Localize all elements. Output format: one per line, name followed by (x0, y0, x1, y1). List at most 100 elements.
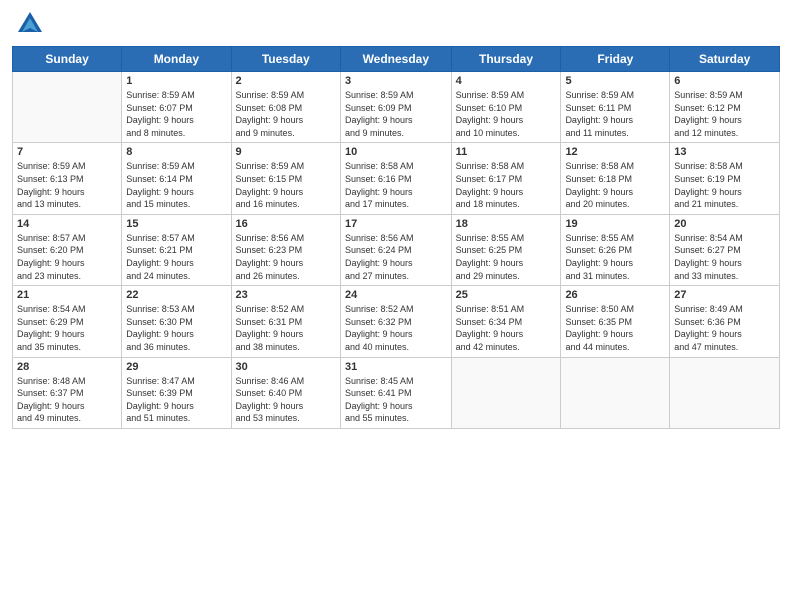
day-number: 1 (126, 75, 226, 87)
calendar-week-3: 14 Sunrise: 8:57 AMSunset: 6:20 PMDayligh… (13, 214, 780, 285)
weekday-header-sunday: Sunday (13, 47, 122, 72)
calendar-day-cell: 27 Sunrise: 8:49 AMSunset: 6:36 PMDayligh… (670, 286, 780, 357)
calendar-week-2: 7 Sunrise: 8:59 AMSunset: 6:13 PMDaylight… (13, 143, 780, 214)
day-info: Sunrise: 8:59 AMSunset: 6:13 PMDaylight:… (17, 160, 117, 210)
calendar-day-cell (13, 72, 122, 143)
day-info: Sunrise: 8:50 AMSunset: 6:35 PMDaylight:… (565, 303, 665, 353)
day-info: Sunrise: 8:57 AMSunset: 6:21 PMDaylight:… (126, 232, 226, 282)
day-number: 11 (456, 146, 557, 158)
day-info: Sunrise: 8:53 AMSunset: 6:30 PMDaylight:… (126, 303, 226, 353)
weekday-header-friday: Friday (561, 47, 670, 72)
day-info: Sunrise: 8:55 AMSunset: 6:26 PMDaylight:… (565, 232, 665, 282)
day-info: Sunrise: 8:59 AMSunset: 6:10 PMDaylight:… (456, 89, 557, 139)
day-number: 18 (456, 218, 557, 230)
logo (12, 10, 44, 38)
calendar-week-4: 21Sunrise: 8:54 AMSunset: 6:29 PMDayligh… (13, 286, 780, 357)
calendar-day-cell: 7 Sunrise: 8:59 AMSunset: 6:13 PMDaylight… (13, 143, 122, 214)
header (12, 10, 780, 38)
day-info: Sunrise: 8:59 AMSunset: 6:09 PMDaylight:… (345, 89, 447, 139)
day-info: Sunrise: 8:45 AMSunset: 6:41 PMDaylight:… (345, 375, 447, 425)
calendar-day-cell: 22 Sunrise: 8:53 AMSunset: 6:30 PMDayligh… (122, 286, 231, 357)
day-number: 24 (345, 289, 447, 301)
day-number: 17 (345, 218, 447, 230)
calendar-week-1: 1 Sunrise: 8:59 AMSunset: 6:07 PMDaylight… (13, 72, 780, 143)
calendar-day-cell: 13Sunrise: 8:58 AMSunset: 6:19 PMDayligh… (670, 143, 780, 214)
day-number: 28 (17, 361, 117, 373)
day-number: 12 (565, 146, 665, 158)
day-number: 4 (456, 75, 557, 87)
calendar-table: SundayMondayTuesdayWednesdayThursdayFrid… (12, 46, 780, 429)
day-number: 9 (236, 146, 336, 158)
day-info: Sunrise: 8:59 AMSunset: 6:07 PMDaylight:… (126, 89, 226, 139)
weekday-header-saturday: Saturday (670, 47, 780, 72)
day-info: Sunrise: 8:46 AMSunset: 6:40 PMDaylight:… (236, 375, 336, 425)
day-info: Sunrise: 8:49 AMSunset: 6:36 PMDaylight:… (674, 303, 775, 353)
weekday-header-row: SundayMondayTuesdayWednesdayThursdayFrid… (13, 47, 780, 72)
weekday-header-thursday: Thursday (451, 47, 561, 72)
day-number: 16 (236, 218, 336, 230)
calendar-day-cell: 6 Sunrise: 8:59 AMSunset: 6:12 PMDaylight… (670, 72, 780, 143)
calendar-day-cell: 12Sunrise: 8:58 AMSunset: 6:18 PMDayligh… (561, 143, 670, 214)
page-container: SundayMondayTuesdayWednesdayThursdayFrid… (0, 0, 792, 612)
calendar-day-cell: 29 Sunrise: 8:47 AMSunset: 6:39 PMDayligh… (122, 357, 231, 428)
day-number: 29 (126, 361, 226, 373)
day-number: 25 (456, 289, 557, 301)
day-number: 26 (565, 289, 665, 301)
day-number: 10 (345, 146, 447, 158)
day-info: Sunrise: 8:58 AMSunset: 6:17 PMDaylight:… (456, 160, 557, 210)
calendar-day-cell: 2Sunrise: 8:59 AMSunset: 6:08 PMDaylight… (231, 72, 340, 143)
day-number: 6 (674, 75, 775, 87)
calendar-day-cell: 18 Sunrise: 8:55 AMSunset: 6:25 PMDayligh… (451, 214, 561, 285)
day-number: 20 (674, 218, 775, 230)
calendar-day-cell: 15 Sunrise: 8:57 AMSunset: 6:21 PMDayligh… (122, 214, 231, 285)
calendar-day-cell: 25Sunrise: 8:51 AMSunset: 6:34 PMDayligh… (451, 286, 561, 357)
weekday-header-monday: Monday (122, 47, 231, 72)
day-number: 31 (345, 361, 447, 373)
calendar-day-cell: 19 Sunrise: 8:55 AMSunset: 6:26 PMDayligh… (561, 214, 670, 285)
day-number: 23 (236, 289, 336, 301)
calendar-day-cell: 1 Sunrise: 8:59 AMSunset: 6:07 PMDaylight… (122, 72, 231, 143)
day-number: 14 (17, 218, 117, 230)
day-info: Sunrise: 8:58 AMSunset: 6:19 PMDaylight:… (674, 160, 775, 210)
calendar-day-cell: 11 Sunrise: 8:58 AMSunset: 6:17 PMDayligh… (451, 143, 561, 214)
calendar-day-cell (561, 357, 670, 428)
day-info: Sunrise: 8:55 AMSunset: 6:25 PMDaylight:… (456, 232, 557, 282)
calendar-day-cell: 26 Sunrise: 8:50 AMSunset: 6:35 PMDayligh… (561, 286, 670, 357)
day-info: Sunrise: 8:52 AMSunset: 6:31 PMDaylight:… (236, 303, 336, 353)
day-info: Sunrise: 8:54 AMSunset: 6:27 PMDaylight:… (674, 232, 775, 282)
day-number: 19 (565, 218, 665, 230)
calendar-day-cell: 5Sunrise: 8:59 AMSunset: 6:11 PMDaylight… (561, 72, 670, 143)
day-info: Sunrise: 8:59 AMSunset: 6:14 PMDaylight:… (126, 160, 226, 210)
day-number: 7 (17, 146, 117, 158)
calendar-day-cell: 4 Sunrise: 8:59 AMSunset: 6:10 PMDaylight… (451, 72, 561, 143)
day-info: Sunrise: 8:56 AMSunset: 6:23 PMDaylight:… (236, 232, 336, 282)
calendar-day-cell: 21Sunrise: 8:54 AMSunset: 6:29 PMDayligh… (13, 286, 122, 357)
calendar-day-cell: 16 Sunrise: 8:56 AMSunset: 6:23 PMDayligh… (231, 214, 340, 285)
day-info: Sunrise: 8:59 AMSunset: 6:08 PMDaylight:… (236, 89, 336, 139)
day-info: Sunrise: 8:47 AMSunset: 6:39 PMDaylight:… (126, 375, 226, 425)
day-info: Sunrise: 8:59 AMSunset: 6:15 PMDaylight:… (236, 160, 336, 210)
calendar-day-cell (670, 357, 780, 428)
calendar-day-cell: 30Sunrise: 8:46 AMSunset: 6:40 PMDayligh… (231, 357, 340, 428)
day-number: 21 (17, 289, 117, 301)
calendar-day-cell: 24 Sunrise: 8:52 AMSunset: 6:32 PMDayligh… (341, 286, 452, 357)
day-info: Sunrise: 8:56 AMSunset: 6:24 PMDaylight:… (345, 232, 447, 282)
calendar-day-cell: 3Sunrise: 8:59 AMSunset: 6:09 PMDaylight… (341, 72, 452, 143)
day-info: Sunrise: 8:48 AMSunset: 6:37 PMDaylight:… (17, 375, 117, 425)
calendar-day-cell: 20 Sunrise: 8:54 AMSunset: 6:27 PMDayligh… (670, 214, 780, 285)
day-info: Sunrise: 8:58 AMSunset: 6:16 PMDaylight:… (345, 160, 447, 210)
day-number: 8 (126, 146, 226, 158)
day-info: Sunrise: 8:57 AMSunset: 6:20 PMDaylight:… (17, 232, 117, 282)
day-info: Sunrise: 8:52 AMSunset: 6:32 PMDaylight:… (345, 303, 447, 353)
calendar-day-cell: 9 Sunrise: 8:59 AMSunset: 6:15 PMDaylight… (231, 143, 340, 214)
weekday-header-wednesday: Wednesday (341, 47, 452, 72)
calendar-day-cell: 31 Sunrise: 8:45 AMSunset: 6:41 PMDayligh… (341, 357, 452, 428)
day-number: 27 (674, 289, 775, 301)
day-info: Sunrise: 8:59 AMSunset: 6:11 PMDaylight:… (565, 89, 665, 139)
calendar-day-cell: 28 Sunrise: 8:48 AMSunset: 6:37 PMDayligh… (13, 357, 122, 428)
day-number: 22 (126, 289, 226, 301)
day-info: Sunrise: 8:59 AMSunset: 6:12 PMDaylight:… (674, 89, 775, 139)
day-number: 15 (126, 218, 226, 230)
calendar-week-5: 28 Sunrise: 8:48 AMSunset: 6:37 PMDayligh… (13, 357, 780, 428)
calendar-day-cell (451, 357, 561, 428)
